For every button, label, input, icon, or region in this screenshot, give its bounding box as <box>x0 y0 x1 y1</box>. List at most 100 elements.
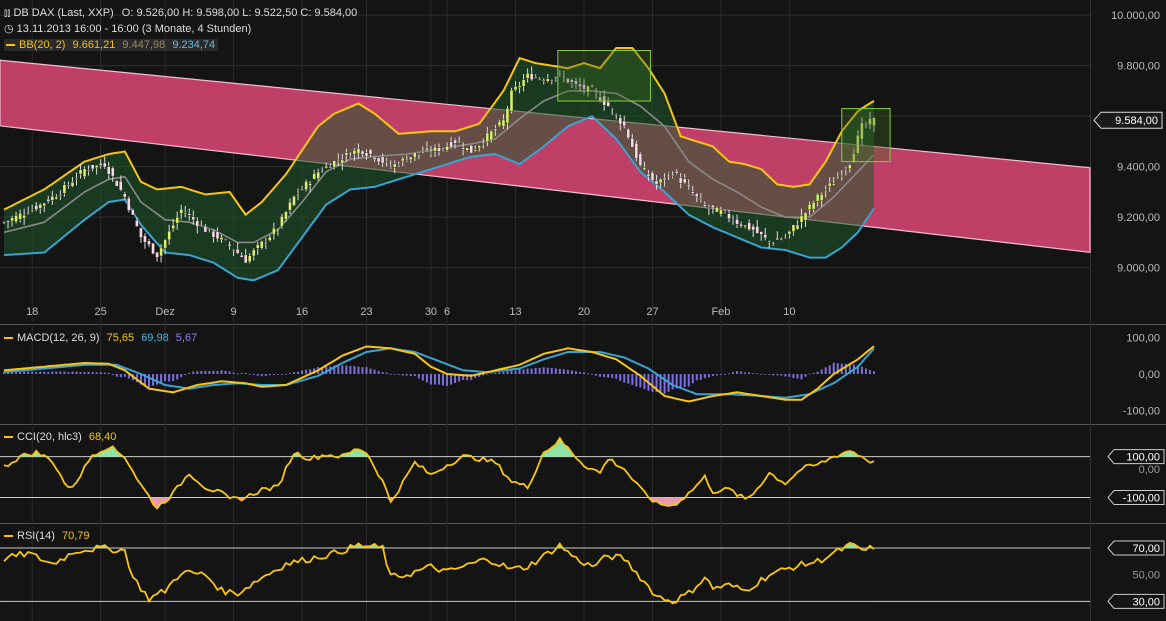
macd-histogram-bar <box>450 374 453 385</box>
candle-up <box>811 202 816 210</box>
macd-y-tick-label: 0,00 <box>1139 369 1160 381</box>
macd-histogram-bar <box>538 367 541 374</box>
macd-histogram-bar <box>87 371 90 374</box>
series-marker-icon <box>4 535 13 538</box>
candle-up <box>312 173 316 180</box>
series-marker-icon <box>4 436 13 439</box>
candle-down <box>711 204 715 209</box>
rsi-y-tick-label: 30,00 <box>1132 596 1160 608</box>
macd-histogram-bar <box>276 374 279 375</box>
candle-down <box>674 171 679 174</box>
cci-y-tick-label: -100,00 <box>1123 493 1160 505</box>
title-text: DB DAX (Last, XXP) <box>13 7 114 19</box>
candle-down <box>783 237 788 239</box>
candle-down <box>2 221 6 223</box>
candle-down <box>533 76 538 79</box>
bb-legend[interactable]: BB(20, 2) 9.661,21 9.447,98 9.234,74 <box>4 38 219 52</box>
macd-legend[interactable]: MACD(12, 26, 9) 75,65 69,98 5,67 <box>4 331 197 345</box>
candle-up <box>832 183 836 186</box>
macd-histogram-bar <box>715 374 718 376</box>
macd-histogram-bar <box>566 369 569 374</box>
candle-down <box>264 241 268 243</box>
macd-histogram-bar <box>828 365 831 374</box>
macd-histogram-bar <box>23 371 26 374</box>
macd-histogram-bar <box>39 371 42 374</box>
candle-up <box>292 195 296 206</box>
candle-down <box>610 108 614 110</box>
macd-histogram-bar <box>123 374 126 377</box>
candle-up <box>787 231 792 235</box>
candle-up <box>779 239 784 241</box>
candle-up <box>799 215 804 223</box>
candle-up <box>272 227 276 235</box>
macd-histogram-bar <box>719 374 722 375</box>
macd-histogram-bar <box>832 362 835 374</box>
macd-histogram-bar <box>562 369 565 374</box>
macd-histogram-bar <box>808 373 811 375</box>
candle-down <box>703 204 707 207</box>
macd-histogram-bar <box>506 371 509 374</box>
macd-histogram-bar <box>796 374 799 379</box>
candle-up <box>352 149 357 155</box>
candle-up <box>537 78 542 80</box>
candle-down <box>131 209 135 216</box>
rsi-name: RSI(14) <box>17 530 55 542</box>
candle-down <box>550 80 554 82</box>
candle-down <box>626 128 631 139</box>
candle-up <box>256 244 260 249</box>
candle-up <box>666 173 671 175</box>
macd-histogram-bar <box>365 367 368 374</box>
macd-histogram-bar <box>603 374 606 378</box>
candle-up <box>807 204 812 210</box>
candle-down <box>183 212 187 215</box>
candle-up <box>320 170 324 173</box>
candle-up <box>473 149 477 152</box>
macd-histogram-bar <box>502 371 505 374</box>
macd-histogram-bar <box>63 371 66 374</box>
macd-histogram-bar <box>297 371 300 374</box>
candle-down <box>614 114 618 117</box>
macd-histogram-bar <box>784 374 787 377</box>
x-tick-label: 23 <box>360 306 372 318</box>
candle-up <box>827 182 832 187</box>
candle-up <box>429 151 433 154</box>
candle-up <box>260 240 264 249</box>
chart-canvas[interactable]: 18 25 Dez 9 16 23 30 6 13 20 27 Feb 10 10.000,00 9.800… <box>0 0 1166 621</box>
candle-up <box>413 152 417 158</box>
macd-histogram-bar <box>824 367 827 374</box>
x-tick-label: 13 <box>509 306 521 318</box>
macd-histogram-bar <box>192 371 195 374</box>
cci-legend[interactable]: CCI(20, hlc3) 68,40 <box>4 430 116 444</box>
macd-histogram-bar <box>176 374 179 380</box>
candle-up <box>316 171 320 179</box>
candle-up <box>658 178 663 184</box>
macd-histogram-bar <box>868 370 871 374</box>
candle-down <box>115 180 119 187</box>
candle-down <box>211 230 216 238</box>
candle-up <box>670 175 675 177</box>
macd-histogram-bar <box>75 371 78 374</box>
candle-down <box>34 205 38 210</box>
macd-histogram-bar <box>240 373 243 374</box>
macd-histogram-bar <box>248 373 251 375</box>
macd-histogram-bar <box>264 374 267 377</box>
macd-histogram-bar <box>776 374 779 376</box>
candle-up <box>509 89 514 112</box>
candle-down <box>763 234 767 239</box>
candle-up <box>815 193 820 202</box>
macd-histogram-bar <box>47 371 50 374</box>
rsi-legend[interactable]: RSI(14) 70,79 <box>4 529 90 543</box>
candle-down <box>372 157 377 160</box>
macd-histogram-bar <box>663 374 666 394</box>
macd-histogram-bar <box>413 374 416 376</box>
candle-down <box>646 173 651 177</box>
macd-histogram-bar <box>490 373 493 374</box>
candle-up <box>505 107 510 124</box>
macd-histogram-bar <box>385 372 388 374</box>
candle-up <box>304 181 308 190</box>
macd-histogram-bar <box>736 371 739 374</box>
macd-histogram-bar <box>180 374 183 378</box>
macd-histogram-bar <box>438 374 440 385</box>
macd-histogram-bar <box>401 374 404 376</box>
candle-up <box>179 209 183 214</box>
